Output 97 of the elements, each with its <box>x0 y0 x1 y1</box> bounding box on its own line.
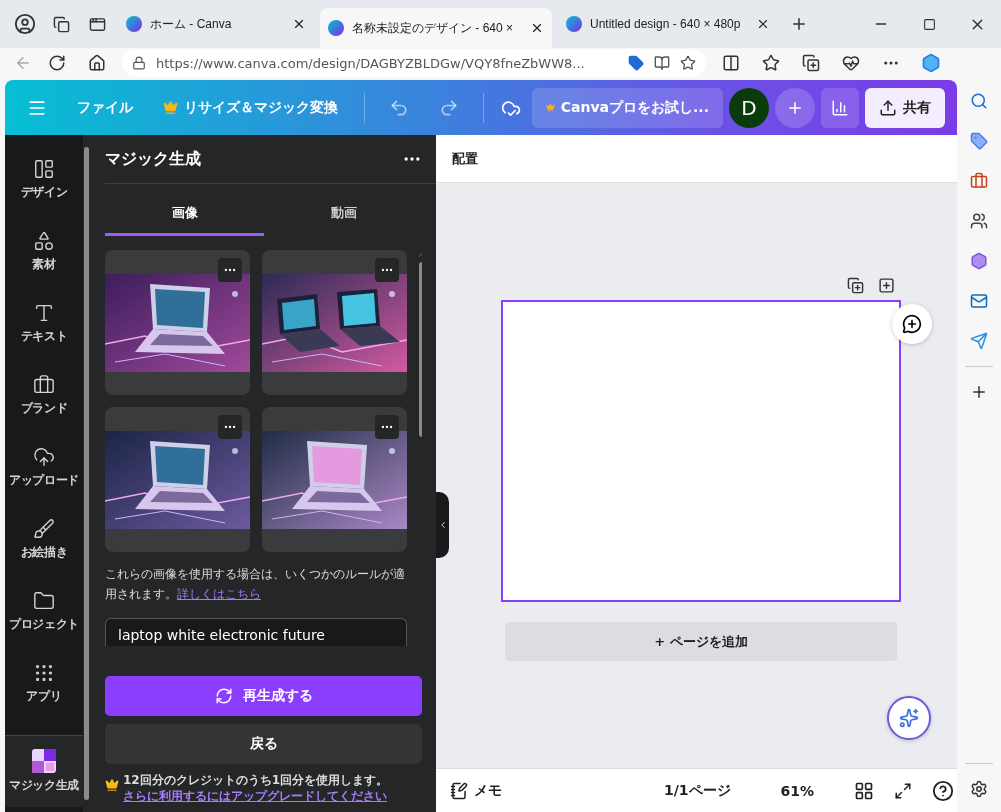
hexagon-icon[interactable] <box>970 252 988 270</box>
credits-text: 12回分のクレジットのうち1回分を使用します。 さらに利用するにはアップグレードしてください <box>123 772 390 804</box>
people-icon[interactable] <box>970 212 988 230</box>
more-button[interactable] <box>375 415 399 439</box>
browser-tab[interactable]: Untitled design - 640 × 480p <box>558 7 778 41</box>
tab-actions-icon[interactable] <box>88 15 106 33</box>
crown-icon <box>546 101 555 114</box>
page-counter[interactable]: 1/1ページ <box>664 781 731 800</box>
duplicate-page-icon[interactable] <box>847 277 865 294</box>
tag-icon[interactable] <box>628 55 644 71</box>
sidebar-item[interactable]: 素材 <box>5 215 83 287</box>
position-button[interactable]: 配置 <box>436 135 957 183</box>
image-card[interactable] <box>105 250 250 395</box>
share-button[interactable]: 共有 <box>865 87 945 128</box>
help-icon[interactable] <box>932 779 955 802</box>
sparkles-icon <box>899 708 919 728</box>
add-page-button[interactable]: + ページを追加 <box>505 622 898 661</box>
share-icon <box>879 98 897 117</box>
favorites-icon[interactable] <box>762 54 780 72</box>
image-card[interactable] <box>262 407 407 552</box>
fullscreen-icon[interactable] <box>894 781 913 800</box>
lock-icon[interactable] <box>132 56 146 70</box>
comment-button[interactable] <box>892 304 932 344</box>
sidebar-item[interactable]: デザイン <box>5 143 83 215</box>
insights-button[interactable] <box>821 87 859 128</box>
canva-favicon <box>126 16 142 32</box>
refresh-icon[interactable] <box>48 54 66 72</box>
health-icon[interactable] <box>842 54 860 72</box>
grid-view-icon[interactable] <box>854 780 875 801</box>
sidebar-item[interactable]: アップロード <box>5 431 83 503</box>
profile-icon[interactable] <box>14 13 36 35</box>
layout-icon <box>33 157 55 180</box>
address-field[interactable]: https://www.canva.com/design/DAGBYZBLDGw/VQY8fneZbWW8... <box>122 49 706 77</box>
mail-icon[interactable] <box>970 292 988 310</box>
sidebar-item[interactable]: マジック生成 <box>5 735 83 807</box>
comment-icon <box>902 314 922 334</box>
brush-icon <box>33 517 55 540</box>
panel-title: マジック生成 <box>105 148 201 170</box>
sidebar-item[interactable]: ブランド <box>5 359 83 431</box>
tag-icon[interactable] <box>970 132 988 150</box>
zoom-level[interactable]: 61% <box>780 782 815 799</box>
add-people-button[interactable] <box>775 87 815 128</box>
refresh-icon <box>214 687 233 705</box>
crown-icon <box>163 100 178 115</box>
star-icon[interactable] <box>680 55 696 71</box>
canva-favicon <box>566 16 582 32</box>
magic-app-icon <box>32 749 56 773</box>
add-page-icon[interactable] <box>878 277 896 294</box>
close-icon[interactable] <box>292 17 306 31</box>
avatar: D <box>729 87 769 128</box>
magic-button[interactable] <box>887 696 931 740</box>
notice-text: これらの画像を使用する場合は、いくつかのルールが適用されます。詳しくはこちら <box>105 566 406 603</box>
panel-tab[interactable]: 動画 <box>264 194 423 236</box>
try-pro-button[interactable]: Canvaプロをお試し... <box>532 87 723 128</box>
home-icon[interactable] <box>88 54 106 72</box>
upgrade-link[interactable]: さらに利用するにはアップグレードしてください <box>123 789 387 803</box>
panel-tab[interactable]: 画像 <box>105 194 264 236</box>
sidebar-item[interactable]: テキスト <box>5 287 83 359</box>
settings-icon[interactable] <box>970 780 988 798</box>
more-button[interactable] <box>375 258 399 282</box>
back-button[interactable]: 戻る <box>105 724 422 764</box>
read-aloud-icon[interactable] <box>654 55 670 71</box>
folder-icon <box>33 589 55 612</box>
close-icon[interactable] <box>756 17 770 31</box>
sidebar-item[interactable]: プロジェクト <box>5 575 83 647</box>
more-button[interactable] <box>218 415 242 439</box>
copilot-icon[interactable] <box>921 53 941 73</box>
split-screen-icon[interactable] <box>722 54 740 72</box>
notes-icon[interactable] <box>450 781 468 800</box>
collapse-handle[interactable] <box>436 492 449 558</box>
cloud-upload-icon <box>33 445 55 468</box>
prompt-field[interactable]: laptop white electronic future <box>105 618 407 646</box>
notes-button[interactable]: メモ <box>474 781 502 800</box>
search-icon[interactable] <box>970 92 988 110</box>
image-card[interactable] <box>262 250 407 395</box>
regenerate-button[interactable]: 再生成する <box>105 676 422 716</box>
canva-favicon <box>328 20 344 36</box>
learn-more-link[interactable]: 詳しくはこちら <box>177 587 261 601</box>
toolbox-icon[interactable] <box>970 172 988 190</box>
send-icon[interactable] <box>970 332 988 350</box>
maximize-icon[interactable] <box>922 17 936 31</box>
browser-tab[interactable]: 名称未設定のデザイン - 640 × <box>320 8 552 48</box>
browser-tab[interactable]: ホーム - Canva <box>118 7 314 41</box>
sidebar-item[interactable]: お絵描き <box>5 503 83 575</box>
add-icon[interactable] <box>970 383 988 401</box>
new-tab-icon[interactable] <box>790 15 808 33</box>
close-icon[interactable] <box>530 21 544 35</box>
sidebar-item[interactable]: アプリ <box>5 647 83 719</box>
bar-chart-icon <box>831 98 849 117</box>
workspaces-icon[interactable] <box>52 15 70 33</box>
shapes-icon <box>33 229 55 252</box>
briefcase-icon <box>33 373 55 396</box>
crown-icon <box>105 778 119 792</box>
collections-icon[interactable] <box>802 54 820 72</box>
image-card[interactable] <box>105 407 250 552</box>
more-button[interactable] <box>218 258 242 282</box>
design-page[interactable] <box>501 300 902 602</box>
